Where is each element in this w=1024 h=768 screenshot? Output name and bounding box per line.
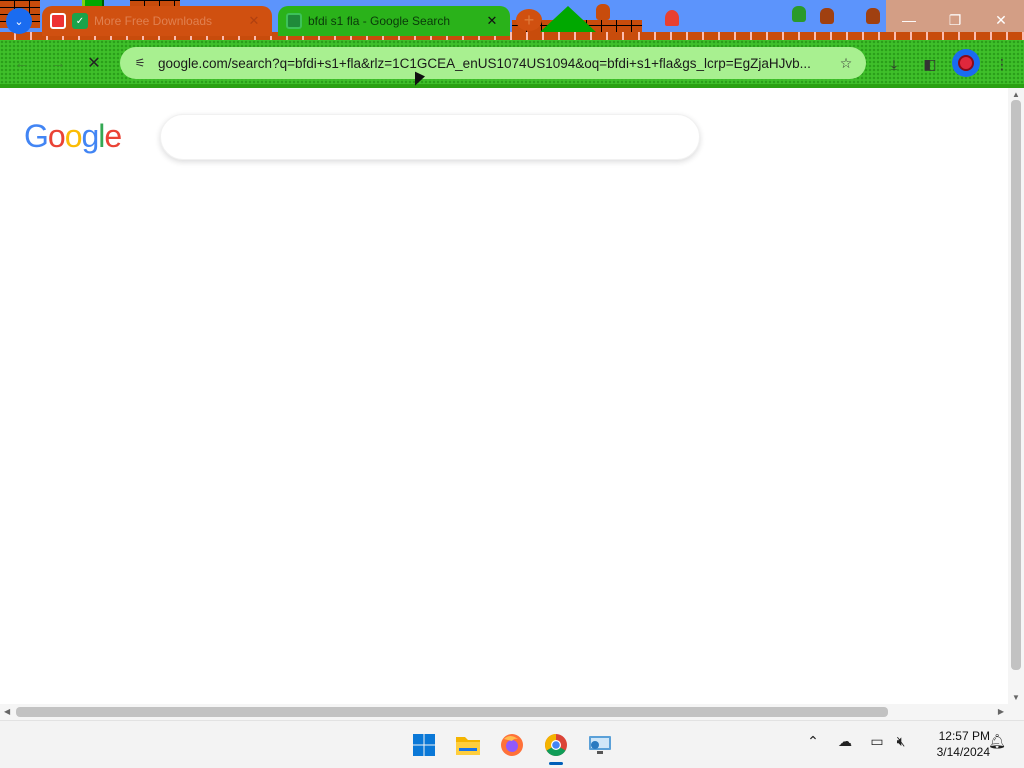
onedrive-status[interactable]: ☁ (834, 733, 856, 750)
remote-desktop-button[interactable] (584, 729, 616, 761)
logo-letter: g (81, 118, 99, 154)
downloads-button[interactable]: ⤓ (882, 52, 906, 76)
avatar-icon (958, 55, 974, 71)
close-tab-icon[interactable]: ✕ (484, 13, 500, 29)
profile-avatar[interactable] (952, 49, 980, 77)
taskbar-clock[interactable]: 12:57 PM 3/14/2024 (918, 728, 990, 760)
cloud-offline-icon: ☁ (838, 733, 852, 749)
horizontal-scrollbar[interactable]: ◀ ▶ (0, 704, 1008, 720)
bookmark-star-icon[interactable]: ☆ (836, 55, 856, 72)
browser-toolbar: ← → ✕ ⚟ google.com/search?q=bfdi+s1+fla&… (0, 40, 1024, 88)
chevron-up-icon: ⌃ (807, 733, 819, 749)
logo-letter: o (64, 118, 83, 154)
address-text[interactable]: google.com/search?q=bfdi+s1+fla&rlz=1C1G… (158, 56, 836, 71)
more-vert-icon: ⋮ (995, 56, 1009, 72)
vertical-scrollbar[interactable]: ▲ ▼ (1008, 88, 1024, 704)
scroll-left-icon[interactable]: ◀ (4, 704, 10, 720)
tab-more-free-downloads[interactable]: ✓ More Free Downloads ✕ (42, 6, 272, 36)
site-info-button[interactable]: ⚟ (128, 51, 152, 75)
start-button[interactable] (408, 729, 440, 761)
scrollbar-corner (1008, 704, 1024, 720)
logo-letter: e (104, 118, 122, 154)
chevron-down-icon: ⌄ (14, 15, 24, 28)
notifications-button[interactable]: 🔔︎ (986, 733, 1008, 750)
stop-loading-button[interactable]: ✕ (82, 52, 106, 76)
logo-letter: o (47, 118, 66, 154)
arrow-left-icon: ← (14, 55, 30, 72)
site-favicon-icon (286, 13, 302, 29)
scroll-up-icon[interactable]: ▲ (1008, 90, 1024, 99)
side-panel-icon: ◧ (923, 56, 937, 72)
minimize-button[interactable]: — (886, 6, 932, 34)
scroll-down-icon[interactable]: ▼ (1008, 693, 1024, 702)
clock-time: 12:57 PM (938, 729, 990, 743)
file-explorer-button[interactable] (452, 729, 484, 761)
folder-icon (456, 737, 480, 755)
remote-desktop-icon (589, 736, 611, 754)
page-content: Google (0, 88, 1008, 704)
browser-menu-button[interactable]: ⋮ (990, 52, 1014, 76)
network-icon: ▭ (870, 733, 884, 749)
theme-sprite (820, 8, 834, 24)
close-tab-icon[interactable]: ✕ (246, 13, 262, 29)
close-window-button[interactable]: ✕ (978, 6, 1024, 34)
firefox-icon (501, 734, 523, 756)
tab-search-button[interactable]: ⌄ (6, 8, 32, 34)
site-favicon-icon (50, 13, 66, 29)
speaker-muted-icon: 🔇︎ (896, 733, 906, 749)
theme-decoration (540, 6, 596, 32)
firefox-button[interactable] (496, 729, 528, 761)
arrow-right-icon: → (50, 55, 66, 72)
google-logo[interactable]: Google (24, 118, 122, 155)
download-icon: ⤓ (890, 56, 898, 72)
tab-title: bfdi s1 fla - Google Search (308, 14, 451, 28)
back-button[interactable]: ← (10, 52, 34, 76)
title-bar: ⌄ ✓ More Free Downloads ✕ bfdi s1 fla - … (0, 0, 1024, 40)
new-tab-button[interactable]: + (516, 9, 542, 31)
close-icon: ✕ (87, 55, 101, 72)
show-hidden-icons-button[interactable]: ⌃ (802, 733, 824, 750)
tab-google-search[interactable]: bfdi s1 fla - Google Search ✕ (278, 6, 510, 36)
scroll-right-icon[interactable]: ▶ (998, 704, 1004, 720)
theme-sprite (866, 8, 880, 24)
scrollbar-thumb[interactable] (1011, 100, 1021, 670)
taskbar: ⌃ ☁ ▭ 🔇︎ 12:57 PM 3/14/2024 🔔︎ (0, 720, 1024, 768)
tab-title: More Free Downloads (94, 14, 213, 28)
forward-button[interactable]: → (46, 52, 70, 76)
clock-date: 3/14/2024 (936, 745, 990, 759)
tune-icon: ⚟ (134, 56, 146, 70)
search-input[interactable] (160, 114, 700, 160)
check-circle-icon: ✓ (72, 13, 88, 29)
volume-status[interactable]: 🔇︎ (890, 733, 912, 750)
side-panel-button[interactable]: ◧ (918, 52, 942, 76)
bell-icon: 🔔︎ (988, 733, 1006, 749)
theme-sprite (596, 4, 610, 20)
restore-button[interactable]: ❐ (932, 6, 978, 34)
theme-sprite (665, 10, 679, 26)
chrome-icon (545, 734, 567, 756)
network-status[interactable]: ▭ (866, 733, 888, 750)
theme-sprite (792, 6, 806, 22)
logo-letter: G (24, 118, 49, 154)
address-bar[interactable]: ⚟ google.com/search?q=bfdi+s1+fla&rlz=1C… (120, 47, 866, 79)
windows-logo-icon (413, 734, 435, 756)
chrome-button[interactable] (540, 729, 572, 765)
scrollbar-thumb[interactable] (16, 707, 888, 717)
